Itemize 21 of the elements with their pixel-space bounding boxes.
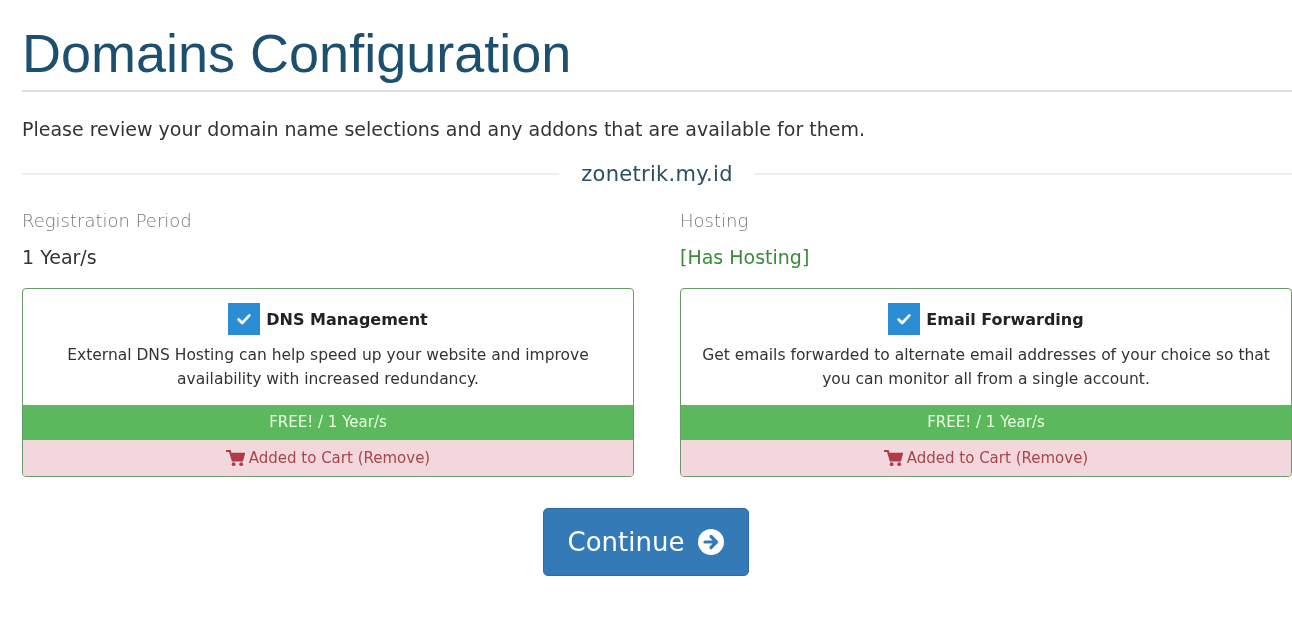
addon-description: External DNS Hosting can help speed up your website and improve availability with increased redundancy. xyxy=(66,345,590,390)
field-value: [Has Hosting] xyxy=(680,246,811,270)
arrow-right-icon xyxy=(698,529,725,555)
remove-link[interactable]: Added to Cart (Remove) xyxy=(681,440,1291,476)
addon-description: Get emails forwarded to alternate email addresses of your choice so that you can monitor all from a single account. xyxy=(701,345,1271,390)
checkbox[interactable] xyxy=(228,303,261,335)
checkbox[interactable] xyxy=(888,303,921,335)
price-bar: FREE! / 1 Year/s xyxy=(23,405,633,440)
intro-text: Please review your domain name selections and any addons that are available for them. xyxy=(22,118,866,140)
cart-icon xyxy=(883,449,903,467)
remove-link[interactable]: Added to Cart (Remove) xyxy=(23,440,633,476)
addon-name: Email Forwarding xyxy=(926,309,1084,329)
price-bar: FREE! / 1 Year/s xyxy=(681,405,1291,440)
field-label: Registration Period xyxy=(22,210,193,233)
field-value: 1 Year/s xyxy=(22,246,98,270)
cart-icon xyxy=(225,449,245,467)
continue-button[interactable]: Continue xyxy=(542,508,750,576)
domain-name: zonetrik.my.id xyxy=(581,162,733,186)
page-title: Domains Configuration xyxy=(22,22,573,85)
addon-name: DNS Management xyxy=(266,309,428,329)
field-label: Hosting xyxy=(680,210,750,233)
